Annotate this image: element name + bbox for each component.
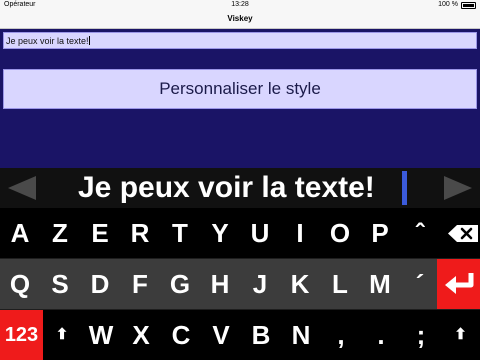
key-r[interactable]: R (120, 208, 160, 258)
key-w[interactable]: W (81, 310, 121, 360)
key-u[interactable]: U (240, 208, 280, 258)
text-input-value: Je peux voir la texte! (6, 36, 89, 46)
key-i[interactable]: I (280, 208, 320, 258)
key-comma[interactable]: , (321, 310, 361, 360)
text-cursor (88, 36, 90, 45)
key-s[interactable]: S (40, 259, 80, 309)
previous-arrow-icon[interactable] (8, 176, 36, 200)
backspace-key[interactable] (440, 208, 480, 258)
key-n[interactable]: N (281, 310, 321, 360)
customize-style-button[interactable]: Personnaliser le style (3, 69, 477, 109)
key-q[interactable]: Q (0, 259, 40, 309)
key-l[interactable]: L (320, 259, 360, 309)
key-x[interactable]: X (121, 310, 161, 360)
battery-percent: 100 % (438, 1, 458, 8)
shift-right-key[interactable]: ⬆ (441, 310, 480, 360)
key-acute[interactable]: ´ (400, 259, 440, 309)
key-p[interactable]: P (360, 208, 400, 258)
return-key[interactable] (437, 259, 480, 309)
shift-left-key[interactable]: ⬆ (43, 310, 81, 360)
text-input-field[interactable]: Je peux voir la texte! (3, 32, 477, 49)
battery-icon (461, 2, 476, 9)
key-semicolon[interactable]: ; (401, 310, 441, 360)
clock: 13:28 (231, 1, 249, 8)
app-title: Viskey (227, 14, 253, 23)
key-e[interactable]: E (80, 208, 120, 258)
key-t[interactable]: T (160, 208, 200, 258)
key-circumflex[interactable]: ˆ (400, 208, 440, 258)
key-y[interactable]: Y (200, 208, 240, 258)
key-period[interactable]: . (361, 310, 401, 360)
return-arrow-icon (445, 273, 474, 294)
backspace-icon (448, 225, 478, 242)
key-m[interactable]: M (360, 259, 400, 309)
key-f[interactable]: F (120, 259, 160, 309)
display-cursor (402, 171, 407, 205)
key-a[interactable]: A (0, 208, 40, 258)
key-c[interactable]: C (161, 310, 201, 360)
key-d[interactable]: D (80, 259, 120, 309)
key-b[interactable]: B (241, 310, 281, 360)
key-o[interactable]: O (320, 208, 360, 258)
key-j[interactable]: J (240, 259, 280, 309)
key-g[interactable]: G (160, 259, 200, 309)
key-h[interactable]: H (200, 259, 240, 309)
status-bar: Opérateur 13:28 100 % (0, 0, 480, 11)
next-arrow-icon[interactable] (444, 176, 472, 200)
key-k[interactable]: K (280, 259, 320, 309)
numbers-key[interactable]: 123 (0, 310, 43, 360)
navigation-bar: Viskey (0, 11, 480, 29)
key-z[interactable]: Z (40, 208, 80, 258)
key-v[interactable]: V (201, 310, 241, 360)
large-text-display: Je peux voir la texte! (78, 171, 375, 204)
